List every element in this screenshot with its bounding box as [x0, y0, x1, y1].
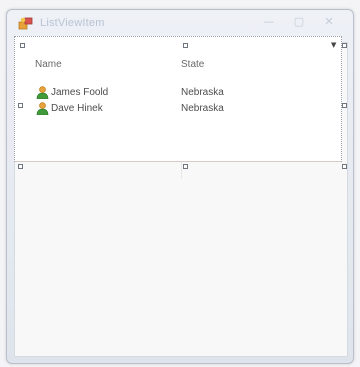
list-item[interactable]: Dave Hinek Nebraska [15, 102, 341, 117]
item-name: James Foold [51, 87, 109, 98]
person-icon [36, 86, 49, 100]
column-header-name[interactable]: Name [35, 59, 62, 70]
close-button[interactable]: ✕ [320, 15, 338, 29]
item-state: Nebraska [181, 103, 224, 114]
resize-handle-bottom-right[interactable] [342, 164, 347, 169]
resize-handle-top-center[interactable] [183, 43, 188, 48]
smart-tag-arrow-icon[interactable]: ▼ [331, 41, 336, 49]
resize-handle-bottom-left[interactable] [18, 164, 23, 169]
minimize-button[interactable]: — [260, 15, 278, 29]
list-view[interactable]: Name State James Foold Nebraska Dave Hin… [14, 36, 342, 162]
list-item[interactable]: James Foold Nebraska [15, 86, 341, 101]
resize-handle-top-left[interactable] [20, 43, 25, 48]
person-icon [36, 102, 49, 116]
app-icon [18, 16, 34, 30]
resize-handle-middle-right[interactable] [342, 103, 347, 108]
resize-handle-bottom-center[interactable] [183, 164, 188, 169]
title-bar[interactable]: ListViewItem — ▢ ✕ [7, 10, 353, 36]
maximize-button[interactable]: ▢ [290, 15, 308, 29]
listview-bottom-line [15, 161, 341, 162]
item-name: Dave Hinek [51, 103, 103, 114]
item-state: Nebraska [181, 87, 224, 98]
resize-handle-top-right[interactable] [342, 43, 347, 48]
column-header-state[interactable]: State [181, 59, 204, 70]
resize-handle-middle-left[interactable] [18, 103, 23, 108]
window-title: ListViewItem [40, 17, 105, 29]
